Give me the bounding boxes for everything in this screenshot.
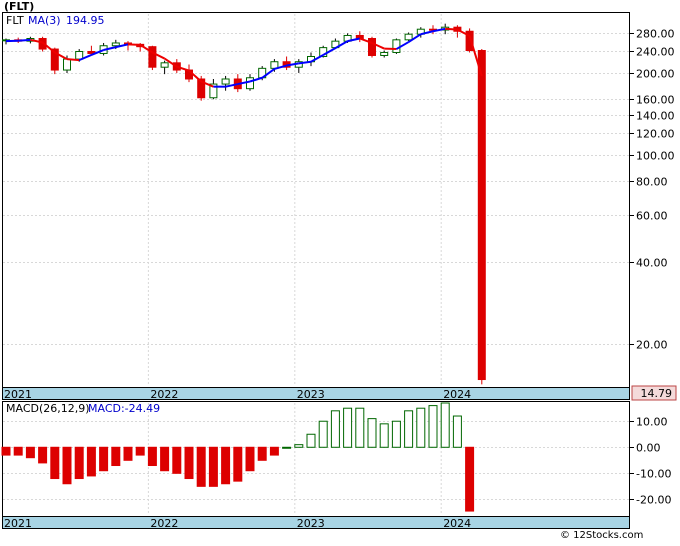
candle-body bbox=[477, 50, 486, 381]
macd-bar bbox=[440, 402, 450, 448]
macd-bar bbox=[74, 446, 84, 480]
candle-body bbox=[404, 33, 413, 41]
macd-bar bbox=[306, 433, 316, 448]
macd-bar bbox=[282, 446, 292, 449]
macd-legend-label: MACD(26,12,9) bbox=[6, 402, 90, 415]
candle-body bbox=[392, 39, 401, 53]
macd-x-label: 2022 bbox=[150, 517, 178, 530]
macd-bar bbox=[379, 423, 389, 448]
price-panel: 280.00 240.00 200.00 160.00 140.00 120.00 100.… bbox=[2, 0, 677, 401]
macd-bar bbox=[269, 446, 279, 456]
candle-body bbox=[246, 77, 254, 90]
price-panel-frame bbox=[2, 12, 630, 388]
macd-y-tick-label: 0.00 bbox=[636, 442, 661, 455]
price-y-tick-label: 240.00 bbox=[636, 46, 675, 59]
macd-bar bbox=[465, 446, 475, 512]
ma-segment bbox=[66, 58, 80, 62]
ma-segment bbox=[18, 38, 31, 42]
macd-bar bbox=[452, 415, 462, 448]
macd-panel: 10.00 0.00 -10.00 -20.00 2021 2022 2023 2024 M… bbox=[1, 401, 671, 530]
price-y-tick-label: 40.00 bbox=[636, 257, 668, 270]
macd-bar bbox=[172, 446, 182, 474]
macd-bar bbox=[355, 407, 365, 448]
macd-bar bbox=[111, 446, 121, 467]
legend-ma-label: MA(3) bbox=[28, 14, 61, 27]
macd-y-tick-labels: 10.00 0.00 -10.00 -20.00 bbox=[636, 416, 671, 507]
macd-bar bbox=[50, 446, 60, 480]
candle bbox=[465, 28, 474, 53]
candle-body bbox=[75, 50, 84, 60]
macd-bar bbox=[25, 446, 35, 459]
price-y-tick-label: 160.00 bbox=[636, 94, 675, 107]
price-y-tick-label: 280.00 bbox=[636, 28, 675, 41]
macd-bar bbox=[208, 446, 218, 487]
candle bbox=[368, 36, 376, 58]
macd-bar bbox=[123, 446, 133, 461]
macd-y-tick-label: -20.00 bbox=[636, 494, 671, 507]
macd-bar bbox=[1, 446, 11, 456]
last-price-label: 14.79 bbox=[641, 387, 673, 400]
legend-ma-value: 194.95 bbox=[66, 14, 105, 27]
macd-bar bbox=[221, 446, 231, 485]
candle bbox=[148, 45, 157, 71]
macd-x-label: 2021 bbox=[4, 517, 32, 530]
macd-bar bbox=[245, 446, 255, 472]
stock-chart: 280.00 240.00 200.00 160.00 140.00 120.00 100.… bbox=[1, 0, 677, 530]
price-y-tick-labels: 280.00 240.00 200.00 160.00 140.00 120.00 100.… bbox=[636, 28, 675, 352]
candle bbox=[392, 38, 401, 54]
candle-body bbox=[221, 78, 230, 85]
macd-x-label: 2024 bbox=[443, 517, 471, 530]
price-y-tick-label: 100.00 bbox=[636, 150, 675, 163]
candle-body bbox=[111, 42, 120, 47]
price-y-tick-label: 20.00 bbox=[636, 339, 668, 352]
price-y-tick-label: 120.00 bbox=[636, 128, 675, 141]
candle-body bbox=[160, 62, 169, 68]
price-y-tick-label: 80.00 bbox=[636, 176, 668, 189]
candle bbox=[477, 49, 486, 385]
macd-bar bbox=[391, 420, 401, 448]
macd-bar bbox=[404, 410, 414, 448]
candle-body bbox=[63, 58, 71, 71]
legend-symbol: FLT bbox=[6, 14, 24, 27]
macd-legend-value: MACD:-24.49 bbox=[88, 402, 160, 415]
macd-bar bbox=[196, 446, 206, 487]
macd-bar bbox=[184, 446, 194, 480]
price-x-label: 2024 bbox=[443, 388, 471, 401]
copyright-text: © 12Stocks.com bbox=[560, 530, 644, 541]
macd-bar bbox=[62, 446, 72, 485]
macd-bar bbox=[367, 418, 377, 448]
ma-segment bbox=[445, 27, 458, 31]
macd-bar bbox=[330, 410, 340, 448]
macd-bar bbox=[135, 446, 145, 456]
macd-bar bbox=[343, 407, 353, 448]
price-y-tick-label: 200.00 bbox=[636, 68, 675, 81]
macd-y-tick-label: -10.00 bbox=[636, 468, 671, 481]
macd-bar bbox=[147, 446, 157, 467]
price-x-label: 2021 bbox=[4, 388, 32, 401]
price-y-tick-label: 140.00 bbox=[636, 110, 675, 123]
macd-bar bbox=[257, 446, 267, 461]
macd-bar bbox=[428, 405, 438, 448]
macd-bar bbox=[416, 407, 426, 448]
price-x-label: 2023 bbox=[297, 388, 325, 401]
price-x-label: 2022 bbox=[150, 388, 178, 401]
macd-bar bbox=[86, 446, 96, 477]
macd-bar bbox=[318, 420, 328, 448]
price-y-tick-label: 60.00 bbox=[636, 210, 668, 223]
macd-bar bbox=[233, 446, 243, 482]
chart-title: (FLT) bbox=[4, 0, 34, 13]
candle-body bbox=[380, 51, 389, 56]
macd-y-tick-label: 10.00 bbox=[636, 416, 668, 429]
macd-x-label: 2023 bbox=[297, 517, 325, 530]
macd-bar bbox=[294, 444, 304, 448]
macd-bar bbox=[99, 446, 109, 472]
macd-bar bbox=[160, 446, 170, 472]
macd-bar bbox=[13, 446, 23, 456]
macd-bar bbox=[38, 446, 48, 464]
